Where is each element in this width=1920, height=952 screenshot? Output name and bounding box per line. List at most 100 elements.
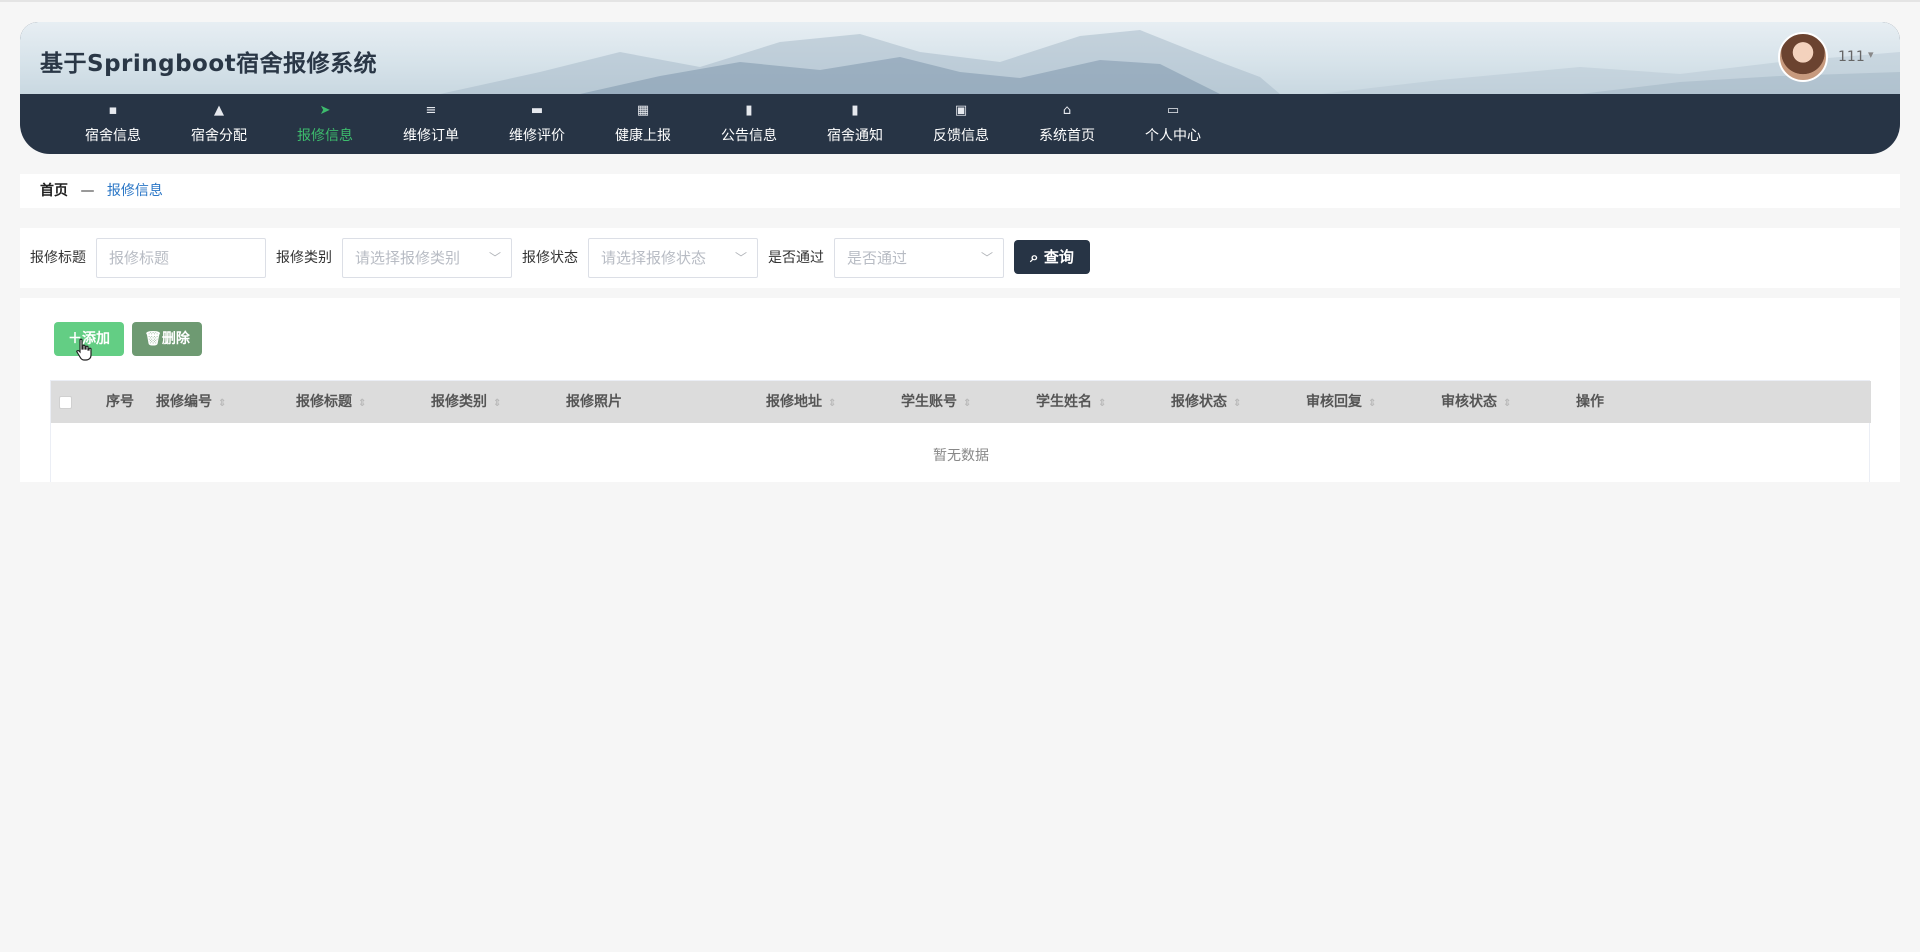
column-header[interactable]: 报修类别 ⇕ — [431, 393, 501, 413]
status-select[interactable]: 请选择报修状态 ﹀ — [588, 238, 758, 278]
breadcrumb-home[interactable]: 首页 — [40, 183, 68, 199]
column-header: 报修照片 — [566, 393, 622, 411]
chevron-down-icon: ﹀ — [980, 251, 993, 265]
column-header-label: 学生姓名 — [1036, 394, 1092, 410]
caret-down-icon[interactable]: ▾ — [1868, 48, 1874, 61]
delete-button[interactable]: 🗑删除 — [132, 322, 202, 356]
column-header[interactable]: 报修状态 ⇕ — [1171, 393, 1241, 413]
user-name[interactable]: 111 — [1838, 49, 1865, 65]
nav-item-label: 宿舍通知 — [827, 128, 883, 144]
nav-item-0[interactable]: ▪ 宿舍信息 — [60, 94, 166, 154]
nav-item-label: 报修信息 — [297, 128, 353, 144]
nav-item-2[interactable]: ➤ 报修信息 — [272, 94, 378, 154]
nav-item-label: 反馈信息 — [933, 128, 989, 144]
query-button-label: 查询 — [1043, 248, 1074, 266]
site-header: 基于Springboot宿舍报修系统 111 ▾ ▪ 宿舍信息 ▲ 宿舍分配 ➤ 报修信息… — [20, 22, 1900, 154]
trash-icon: 🗑 — [144, 331, 162, 347]
chart-icon: ▣ — [954, 103, 968, 118]
search-icon: ⌕ — [1030, 248, 1039, 266]
column-header-label: 审核回复 — [1306, 394, 1362, 410]
chevron-down-icon: ﹀ — [734, 251, 747, 265]
grid-icon: ▦ — [636, 103, 650, 118]
query-button[interactable]: ⌕ 查询 — [1014, 240, 1090, 274]
card-icon: ▭ — [1166, 103, 1180, 118]
pass-select-placeholder: 是否通过 — [847, 249, 908, 267]
title-filter-label: 报修标题 — [30, 250, 86, 266]
column-header: 序号 — [106, 393, 134, 411]
table-header: 序号 报修编号 ⇕ 报修标题 ⇕ 报修类别 ⇕ 报修照片 报修地址 ⇕ 学生账号 ⇕ 学生姓名 ⇕ 报修状态… — [51, 381, 1871, 423]
top-border — [0, 0, 1920, 2]
chevron-down-icon: ﹀ — [488, 251, 501, 265]
repair-table: 序号 报修编号 ⇕ 报修标题 ⇕ 报修类别 ⇕ 报修照片 报修地址 ⇕ 学生账号 ⇕ 学生姓名 ⇕ 报修状态… — [50, 380, 1871, 482]
sort-icon[interactable]: ⇕ — [963, 398, 971, 409]
send-icon: ➤ — [319, 103, 331, 118]
nav-item-label: 个人中心 — [1145, 128, 1201, 144]
nav-item-10[interactable]: ▭ 个人中心 — [1120, 94, 1226, 154]
select-all-checkbox[interactable] — [59, 396, 72, 409]
breadcrumb-separator: — — [80, 183, 95, 199]
column-header-label: 序号 — [106, 394, 134, 410]
column-header-label: 报修类别 — [431, 394, 487, 410]
nav-item-label: 宿舍分配 — [191, 128, 247, 144]
clipboard-check-icon: ▮ — [851, 103, 859, 118]
column-header[interactable]: 学生姓名 ⇕ — [1036, 393, 1106, 413]
breadcrumb-current: 报修信息 — [106, 183, 163, 199]
nav-item-5[interactable]: ▦ 健康上报 — [590, 94, 696, 154]
column-header[interactable]: 报修地址 ⇕ — [766, 393, 836, 413]
nav-item-label: 健康上报 — [615, 128, 671, 144]
column-header-label: 报修标题 — [296, 394, 352, 410]
column-header[interactable]: 审核回复 ⇕ — [1306, 393, 1376, 413]
status-filter-label: 报修状态 — [522, 250, 578, 266]
hand-cursor-icon — [76, 338, 92, 361]
nav-item-8[interactable]: ▣ 反馈信息 — [908, 94, 1014, 154]
column-header-label: 操作 — [1576, 394, 1604, 410]
nav-item-3[interactable]: ≡ 维修订单 — [378, 94, 484, 154]
nav-item-label: 宿舍信息 — [85, 128, 141, 144]
site-title: 基于Springboot宿舍报修系统 — [40, 51, 378, 77]
user-avatar[interactable] — [1778, 32, 1828, 82]
user-icon: ▲ — [214, 103, 224, 118]
pass-select[interactable]: 是否通过 ﹀ — [834, 238, 1004, 278]
sort-icon[interactable]: ⇕ — [1503, 398, 1511, 409]
sort-icon[interactable]: ⇕ — [1233, 398, 1241, 409]
status-select-placeholder: 请选择报修状态 — [601, 249, 707, 267]
category-filter-label: 报修类别 — [276, 250, 332, 266]
category-select[interactable]: 请选择报修类别 ﹀ — [342, 238, 512, 278]
pass-filter-label: 是否通过 — [768, 250, 824, 266]
dorm-icon: ▪ — [108, 103, 118, 118]
nav-item-label: 维修订单 — [403, 128, 459, 144]
column-header[interactable]: 报修编号 ⇕ — [156, 393, 226, 413]
sort-icon[interactable]: ⇕ — [358, 398, 366, 409]
sort-icon[interactable]: ⇕ — [493, 398, 501, 409]
nav-item-7[interactable]: ▮ 宿舍通知 — [802, 94, 908, 154]
sort-icon[interactable]: ⇕ — [218, 398, 226, 409]
nav-item-9[interactable]: ⌂ 系统首页 — [1014, 94, 1120, 154]
list-icon: ≡ — [425, 103, 437, 118]
nav-item-1[interactable]: ▲ 宿舍分配 — [166, 94, 272, 154]
column-header[interactable]: 学生账号 ⇕ — [901, 393, 971, 413]
nav-item-6[interactable]: ▮ 公告信息 — [696, 94, 802, 154]
header-banner: 基于Springboot宿舍报修系统 111 ▾ — [20, 22, 1900, 94]
clipboard-icon: ▮ — [745, 103, 753, 118]
column-header[interactable]: 报修标题 ⇕ — [296, 393, 366, 413]
sort-icon[interactable]: ⇕ — [1368, 398, 1376, 409]
title-filter-input[interactable] — [96, 238, 266, 278]
delete-button-label: 删除 — [161, 331, 190, 347]
column-header-label: 报修状态 — [1171, 394, 1227, 410]
nav-item-label: 公告信息 — [721, 128, 777, 144]
nav-item-4[interactable]: ▬ 维修评价 — [484, 94, 590, 154]
column-header-label: 报修照片 — [566, 394, 622, 410]
nav-item-label: 维修评价 — [509, 128, 565, 144]
comment-icon: ▬ — [530, 103, 544, 118]
column-header-label: 报修编号 — [156, 394, 212, 410]
sort-icon[interactable]: ⇕ — [828, 398, 836, 409]
sort-icon[interactable]: ⇕ — [1098, 398, 1106, 409]
breadcrumb: 首页 — 报修信息 — [20, 174, 1900, 208]
column-header-label: 报修地址 — [766, 394, 822, 410]
empty-state: 暂无数据 — [933, 448, 989, 464]
main-nav: ▪ 宿舍信息 ▲ 宿舍分配 ➤ 报修信息 ≡ 维修订单 ▬ 维修评价 ▦ 健康上报 ▮ 公告信息 ▮ 宿舍通知… — [20, 94, 1900, 154]
column-header: 操作 — [1576, 393, 1604, 411]
search-panel: 报修标题 报修类别 请选择报修类别 ﹀ 报修状态 请选择报修状态 ﹀ 是否通过 … — [20, 228, 1900, 288]
column-header-label: 学生账号 — [901, 394, 957, 410]
column-header[interactable]: 审核状态 ⇕ — [1441, 393, 1511, 413]
